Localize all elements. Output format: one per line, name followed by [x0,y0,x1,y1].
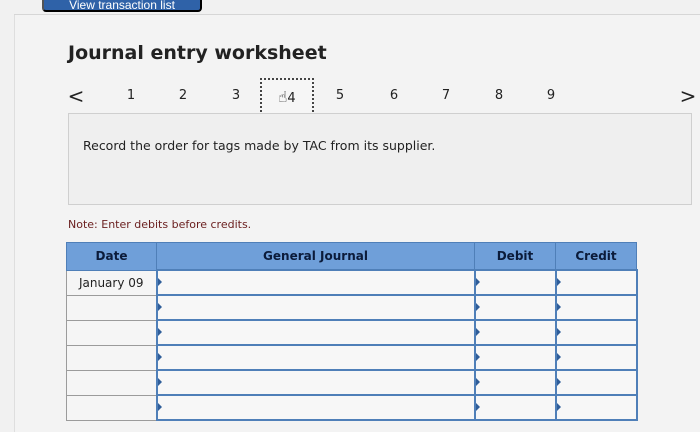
debit-column-header: Debit [474,242,556,271]
credit-input[interactable] [554,294,638,321]
instruction-text: Record the order for tags made by TAC fr… [83,138,436,153]
table-row [66,319,638,346]
chevron-right-icon[interactable]: > [678,78,698,114]
credit-input[interactable] [554,394,638,421]
entry-note: Note: Enter debits before credits. [68,218,252,231]
chevron-left-icon[interactable]: < [66,78,86,114]
debit-input[interactable] [473,294,557,321]
table-row [66,344,638,371]
date-cell [66,294,157,321]
credit-column-header: Credit [555,242,637,271]
step-navigation: < 1 2 3 ☝4 5 6 7 8 9 > [60,78,700,116]
debit-input[interactable] [473,369,557,396]
table-row: January 09 [66,269,638,296]
date-cell [66,394,157,421]
instruction-box: Record the order for tags made by TAC fr… [68,113,692,205]
credit-input[interactable] [554,269,638,296]
step-7[interactable]: 7 [430,78,462,114]
credit-input[interactable] [554,344,638,371]
date-cell [66,319,157,346]
step-5[interactable]: 5 [324,78,356,114]
step-9[interactable]: 9 [535,78,567,114]
general-journal-input[interactable] [155,369,476,396]
general-journal-input[interactable] [155,319,476,346]
step-1[interactable]: 1 [115,78,147,114]
pointer-hand-icon: ☝ [278,88,288,106]
general-journal-table: Date General Journal Debit Credit Januar… [66,242,638,421]
step-4-current[interactable]: ☝4 [260,78,314,116]
debit-input[interactable] [473,269,557,296]
table-row [66,369,638,396]
general-journal-input[interactable] [155,394,476,421]
journal-entry-worksheet-page: View transaction list Journal entry work… [0,0,700,432]
debit-input[interactable] [473,319,557,346]
step-6[interactable]: 6 [378,78,410,114]
table-row [66,394,638,421]
step-4-label: 4 [287,91,296,106]
general-journal-input[interactable] [155,269,476,296]
page-title: Journal entry worksheet [68,42,327,64]
view-transaction-list-button[interactable]: View transaction list [42,0,202,12]
top-divider [14,14,700,15]
table-row [66,294,638,321]
general-journal-input[interactable] [155,344,476,371]
debit-input[interactable] [473,344,557,371]
date-column-header: Date [66,242,157,271]
step-8[interactable]: 8 [483,78,515,114]
general-journal-column-header: General Journal [156,242,475,271]
general-journal-input[interactable] [155,294,476,321]
credit-input[interactable] [554,369,638,396]
date-cell: January 09 [66,269,157,296]
date-cell [66,344,157,371]
credit-input[interactable] [554,319,638,346]
step-3[interactable]: 3 [220,78,252,114]
step-2[interactable]: 2 [167,78,199,114]
date-cell [66,369,157,396]
table-header-row: Date General Journal Debit Credit [66,242,637,271]
debit-input[interactable] [473,394,557,421]
